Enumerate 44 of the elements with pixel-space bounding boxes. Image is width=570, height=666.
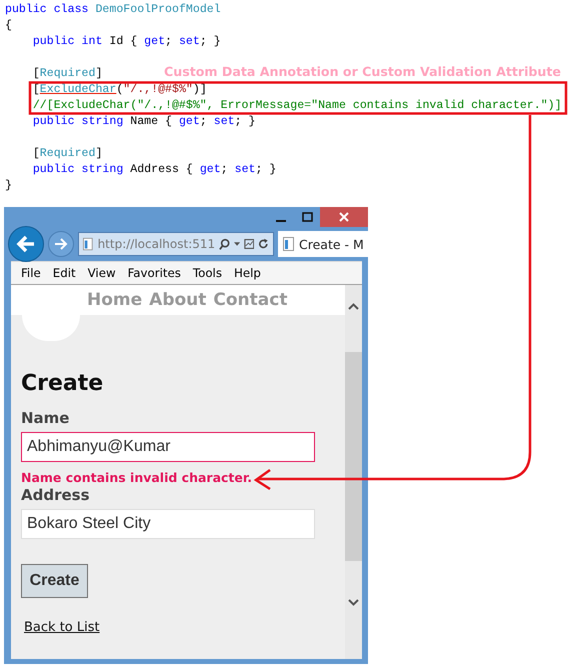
forward-button[interactable]	[48, 231, 74, 257]
menu-item[interactable]: Edit	[46, 266, 82, 280]
code-line: public string Address { get; set; }	[32, 162, 276, 178]
maximize-icon	[302, 212, 312, 222]
left-arrow-icon	[16, 235, 36, 253]
scrollbar[interactable]	[345, 285, 362, 659]
code-line: {	[5, 18, 12, 34]
page-heading: Create	[21, 371, 104, 396]
search-icon	[219, 238, 230, 250]
code-line: [Required]	[32, 146, 102, 162]
right-arrow-icon	[54, 238, 68, 250]
code-line: //[ExcludeChar("/.,!@#$%", ErrorMessage="Name contains invalid character.")]	[32, 98, 562, 114]
input-field[interactable]: Bokaro Steel City	[21, 509, 315, 539]
code-line: public int Id { get; set; }	[32, 34, 221, 50]
back-link[interactable]: Back to List	[24, 620, 100, 635]
caret-icon	[234, 242, 240, 246]
refresh-icon	[258, 238, 269, 250]
browser-tab[interactable]: Create - M	[278, 231, 368, 257]
back-button[interactable]	[8, 226, 44, 262]
address-text: http://localhost:511	[98, 237, 216, 251]
code-line: [ExcludeChar("/.,!@#$%")]	[32, 82, 207, 98]
tab-title: Create - M	[299, 236, 364, 252]
page-icon	[283, 236, 295, 252]
compatibility-icon	[244, 238, 254, 250]
close-button[interactable]	[320, 207, 368, 227]
menu-item[interactable]: Tools	[186, 266, 228, 280]
scrollbar-thumb[interactable]	[345, 352, 362, 561]
validation-error: Name contains invalid character.	[21, 470, 254, 486]
code-line: public class DemoFoolProofModel	[5, 2, 221, 18]
code-line: public string Name { get; set; }	[32, 114, 256, 130]
menu-item[interactable]: Help	[228, 266, 267, 280]
close-icon	[339, 212, 349, 222]
field-label: Name	[21, 409, 70, 427]
menu-item[interactable]: Favorites	[122, 266, 187, 280]
create-button[interactable]: Create	[21, 564, 88, 598]
code-line: [Required]	[32, 66, 102, 82]
page-icon	[83, 236, 94, 252]
code-line: }	[5, 178, 12, 194]
minimize-icon	[276, 220, 286, 222]
menu-item[interactable]: View	[82, 266, 122, 280]
input-field[interactable]: Abhimanyu@Kumar	[21, 432, 315, 462]
menu-item[interactable]: File	[15, 266, 47, 280]
annotation-label: Custom Data Annotation or Custom Validation Attribute	[164, 64, 561, 79]
field-label: Address	[21, 486, 91, 504]
